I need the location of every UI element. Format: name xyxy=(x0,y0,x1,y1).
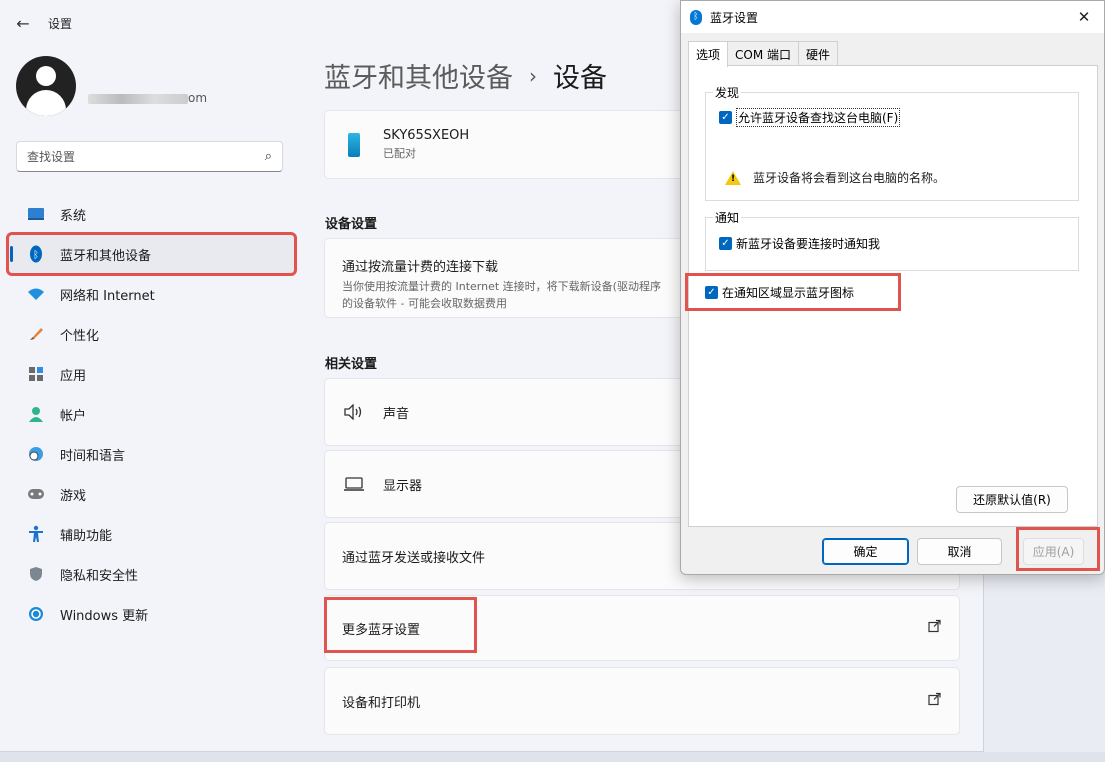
highlight-more-bluetooth-settings xyxy=(324,597,477,653)
device-name: SKY65SXEOH xyxy=(383,128,470,143)
warning-icon: ! xyxy=(725,170,741,185)
apps-icon xyxy=(26,364,46,384)
close-icon: ✕ xyxy=(1077,8,1091,26)
section-heading-related: 相关设置 xyxy=(325,357,378,372)
tab-hardware[interactable]: 硬件 xyxy=(798,41,839,66)
devices-printers-label: 设备和打印机 xyxy=(342,695,421,711)
discovery-warning-text: 蓝牙设备将会看到这台电脑的名称。 xyxy=(753,171,946,185)
sidebar-item-system[interactable]: 系统 xyxy=(8,194,295,234)
external-link-icon xyxy=(928,619,941,637)
back-button[interactable]: ← xyxy=(0,0,46,46)
allow-discovery-row[interactable]: ✓ 允许蓝牙设备查找这台电脑(F) xyxy=(719,108,901,127)
sidebar-item-privacy[interactable]: 隐私和安全性 xyxy=(8,554,295,594)
breadcrumb-parent[interactable]: 蓝牙和其他设备 xyxy=(324,56,513,95)
accessibility-icon xyxy=(26,524,46,544)
sidebar-item-label: 网络和 Internet xyxy=(60,288,155,304)
breadcrumb: 蓝牙和其他设备 › 设备 xyxy=(324,56,607,95)
sidebar-item-personalization[interactable]: 个性化 xyxy=(8,314,295,354)
cancel-button[interactable]: 取消 xyxy=(917,538,1002,565)
device-status: 已配对 xyxy=(383,147,416,160)
phone-icon xyxy=(348,132,360,157)
dialog-title-bar: ᛒ 蓝牙设置 ✕ xyxy=(681,1,1104,33)
sound-label: 声音 xyxy=(383,406,410,422)
highlight-show-tray-icon xyxy=(685,273,901,311)
person-icon xyxy=(26,404,46,424)
dialog-title: 蓝牙设置 xyxy=(710,10,759,25)
user-profile[interactable]: om xyxy=(16,56,207,116)
search-box[interactable]: ⌕ xyxy=(16,141,283,172)
notification-group-title: 通知 xyxy=(713,209,742,226)
close-button[interactable]: ✕ xyxy=(1064,1,1104,33)
sidebar-item-label: 系统 xyxy=(60,208,87,224)
sidebar-item-label: 辅助功能 xyxy=(60,528,113,544)
sidebar-item-bluetooth[interactable]: ᛒ 蓝牙和其他设备 xyxy=(6,232,297,276)
update-icon xyxy=(26,604,46,624)
sidebar-item-apps[interactable]: 应用 xyxy=(8,354,295,394)
notify-new-device-label: 新蓝牙设备要连接时通知我 xyxy=(736,237,881,251)
redacted-email xyxy=(88,93,188,104)
external-link-icon xyxy=(928,692,941,710)
laptop-icon xyxy=(342,476,366,492)
notify-new-device-row[interactable]: ✓ 新蓝牙设备要连接时通知我 xyxy=(719,235,880,252)
sidebar-item-label: 个性化 xyxy=(60,328,100,344)
sidebar-item-label: 隐私和安全性 xyxy=(60,568,139,584)
sidebar-item-accounts[interactable]: 帐户 xyxy=(8,394,295,434)
taskbar-strip xyxy=(0,752,1105,762)
notification-group: 通知 ✓ 新蓝牙设备要连接时通知我 xyxy=(705,209,1079,271)
display-label: 显示器 xyxy=(383,478,423,494)
notify-new-device-checkbox[interactable]: ✓ xyxy=(719,237,732,250)
sidebar-item-label: Windows 更新 xyxy=(60,608,149,624)
ok-button[interactable]: 确定 xyxy=(822,538,909,565)
wifi-icon xyxy=(26,284,46,304)
tab-options[interactable]: 选项 xyxy=(688,41,729,67)
breadcrumb-separator: › xyxy=(529,63,537,88)
search-input[interactable] xyxy=(27,149,265,164)
sidebar-nav: 系统 ᛒ 蓝牙和其他设备 网络和 Internet 个性化 应用 帐户 时间和语… xyxy=(6,194,297,634)
sidebar-item-label: 帐户 xyxy=(60,408,87,424)
shield-icon xyxy=(26,564,46,584)
dialog-tabs: 选项 COM 端口 硬件 xyxy=(688,41,839,67)
globe-clock-icon xyxy=(26,444,46,464)
search-icon[interactable]: ⌕ xyxy=(265,149,272,164)
avatar xyxy=(16,56,76,116)
bluetooth-icon: ᛒ xyxy=(26,244,46,264)
speaker-icon xyxy=(342,404,366,420)
sidebar-item-gaming[interactable]: 游戏 xyxy=(8,474,295,514)
sidebar-item-label: 应用 xyxy=(60,368,87,384)
brush-icon xyxy=(26,324,46,344)
sidebar-item-label: 游戏 xyxy=(60,488,87,504)
sidebar-item-accessibility[interactable]: 辅助功能 xyxy=(8,514,295,554)
sidebar-item-label: 时间和语言 xyxy=(60,448,126,464)
sidebar-item-label: 蓝牙和其他设备 xyxy=(60,248,152,264)
monitor-icon xyxy=(26,204,46,224)
svg-text:ᛒ: ᛒ xyxy=(33,250,39,261)
allow-discovery-label: 允许蓝牙设备查找这台电脑(F) xyxy=(736,108,901,127)
sidebar-item-windows-update[interactable]: Windows 更新 xyxy=(8,594,295,634)
discovery-warning: ! 蓝牙设备将会看到这台电脑的名称。 xyxy=(725,169,945,186)
restore-defaults-button[interactable]: 还原默认值(R) xyxy=(956,486,1068,513)
highlight-apply-button xyxy=(1016,527,1100,571)
bluetooth-icon: ᛒ xyxy=(690,9,702,25)
discovery-group: 发现 ✓ 允许蓝牙设备查找这台电脑(F) ! 蓝牙设备将会看到这台电脑的名称。 xyxy=(705,84,1079,201)
allow-discovery-checkbox[interactable]: ✓ xyxy=(719,111,732,124)
tab-com-ports[interactable]: COM 端口 xyxy=(727,41,800,66)
page-title: 设备 xyxy=(553,63,607,94)
devices-printers-card[interactable]: 设备和打印机 xyxy=(324,667,960,735)
discovery-group-title: 发现 xyxy=(713,84,742,101)
app-title: 设置 xyxy=(48,16,73,31)
section-heading-device-settings: 设备设置 xyxy=(325,217,378,232)
gamepad-icon xyxy=(26,484,46,504)
sidebar-item-time-language[interactable]: 时间和语言 xyxy=(8,434,295,474)
back-arrow-icon: ← xyxy=(16,13,30,33)
account-email: om xyxy=(88,91,207,105)
sidebar-item-network[interactable]: 网络和 Internet xyxy=(8,274,295,314)
send-receive-label: 通过蓝牙发送或接收文件 xyxy=(342,550,486,566)
